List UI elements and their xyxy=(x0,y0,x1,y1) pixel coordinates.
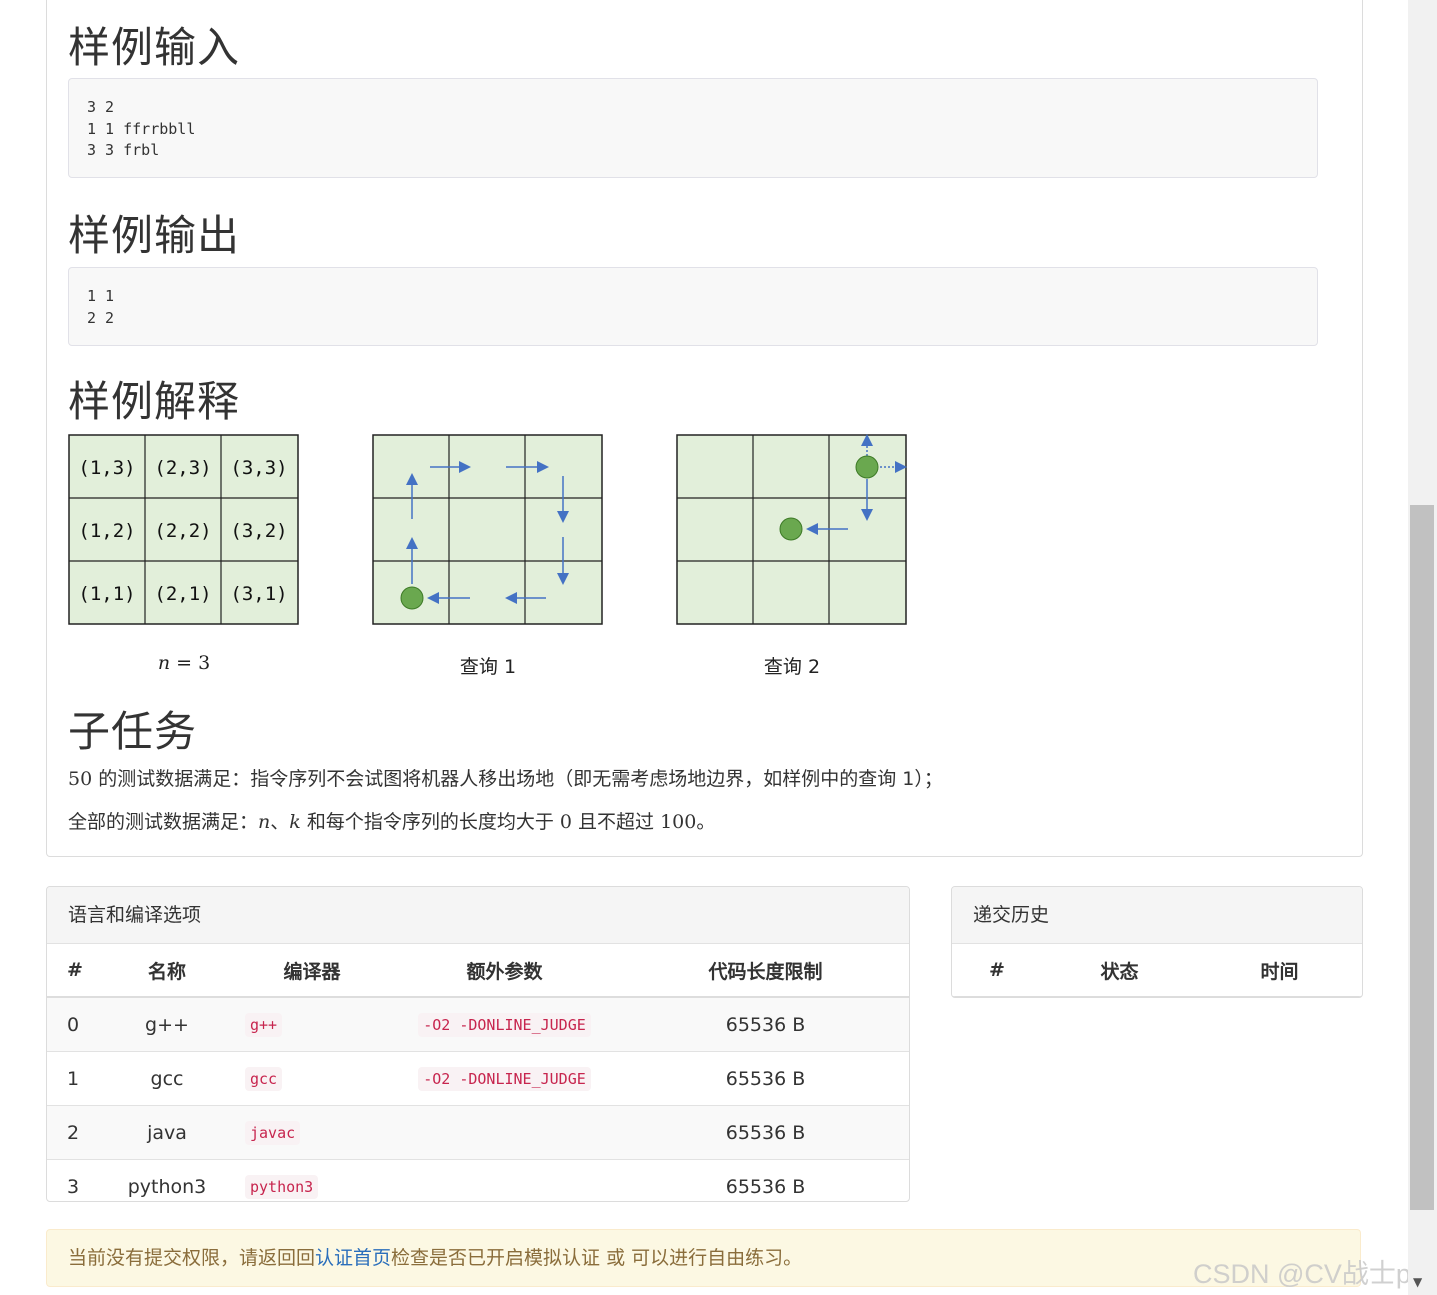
column-header: 名称 xyxy=(97,944,237,998)
sample-output-block: 1 1 2 2 xyxy=(68,267,1318,346)
column-header: # xyxy=(952,944,1042,997)
column-header: 编译器 xyxy=(237,944,387,998)
row-index: 0 xyxy=(47,996,97,1052)
figure-caption-query2: 查询 2 xyxy=(763,656,821,678)
sample-input-title: 样例输入 xyxy=(68,23,241,72)
code-limit: 65536 B xyxy=(622,1051,909,1106)
query1-figure xyxy=(372,434,603,625)
robot-start-dot xyxy=(855,455,879,479)
robot-end-dot xyxy=(779,517,803,541)
language-name: g++ xyxy=(97,996,237,1052)
table-row: 0 g++ g++ -O2 -DONLINE_JUDGE 65536 B xyxy=(47,996,909,1052)
watermark: CSDN @CV战士plus xyxy=(1193,1259,1437,1289)
language-panel-title: 语言和编译选项 xyxy=(47,887,909,944)
code-limit: 65536 B xyxy=(622,996,909,1052)
subtask-line-2-mid2: 且不超过 xyxy=(571,811,661,833)
language-name: python3 xyxy=(97,1159,237,1201)
caption-variable: n xyxy=(157,652,171,674)
scroll-down-arrow-icon[interactable]: ▼ xyxy=(1413,1275,1422,1289)
math-var-n: n xyxy=(258,811,271,833)
math-hundred: 100 xyxy=(660,811,697,833)
grid-cell-label: (2,3) xyxy=(154,457,211,479)
language-name: gcc xyxy=(97,1051,237,1106)
math-zero: 0 xyxy=(559,811,572,833)
column-header: 时间 xyxy=(1197,944,1362,997)
code-limit: 65536 B xyxy=(622,1159,909,1201)
subtask-title: 子任务 xyxy=(68,707,198,756)
grid-cell-label: (1,1) xyxy=(78,583,135,605)
sample-output-line: 2 2 xyxy=(87,308,115,327)
subtask-line-2-prefix: 全部的测试数据满足： xyxy=(68,811,259,833)
robot-dot xyxy=(400,586,424,610)
certification-home-link[interactable]: 认证首页 xyxy=(315,1247,391,1269)
subtask-percent: 50 xyxy=(68,768,93,790)
compiler-code: gcc xyxy=(245,1066,283,1091)
row-index: 1 xyxy=(47,1051,97,1106)
grid-cell-label: (3,3) xyxy=(230,457,287,479)
subtask-line-1: 50 的测试数据满足：指令序列不会试图将机器人移出场地（即无需考虑场地边界，如样… xyxy=(68,764,943,791)
args-code: -O2 -DONLINE_JUDGE xyxy=(418,1066,591,1091)
sample-output-line: 1 1 xyxy=(87,287,115,305)
subtask-sep: 、 xyxy=(270,811,290,833)
args-cell xyxy=(387,1159,622,1201)
grid-cell-label: (2,1) xyxy=(154,583,211,605)
scrollbar-thumb[interactable] xyxy=(1410,505,1434,1210)
column-header: 状态 xyxy=(1042,944,1197,997)
sample-input-block: 3 2 1 1 ffrrbbll 3 3 frbl xyxy=(68,78,1318,178)
subtask-line-2: 全部的测试数据满足：n、k 和每个指令序列的长度均大于 0 且不超过 100。 xyxy=(68,807,715,834)
grid-cell-label: (1,2) xyxy=(78,520,135,542)
subtask-line-1-text: 的测试数据满足：指令序列不会试图将机器人移出场地（即无需考虑场地边界，如样例中的… xyxy=(92,768,943,790)
sample-input-line: 1 1 ffrrbbll xyxy=(87,119,196,138)
sample-explain-title: 样例解释 xyxy=(68,377,241,426)
coordinate-grid-figure: (1,3) (2,3) (3,3) (1,2) (2,2) (3,2) (1,1… xyxy=(68,434,299,625)
table-row: 3 python3 python3 65536 B xyxy=(47,1159,909,1201)
grid-cell-label: (2,2) xyxy=(154,520,211,542)
row-index: 2 xyxy=(47,1105,97,1160)
permission-alert: 当前没有提交权限，请返回回认证首页检查是否已开启模拟认证 或 可以进行自由练习。 xyxy=(46,1229,1361,1287)
args-cell xyxy=(387,1105,622,1160)
grid-cell-label: (1,3) xyxy=(78,457,135,479)
alert-text-after: 检查是否已开启模拟认证 或 可以进行自由练习。 xyxy=(391,1247,803,1269)
language-panel: 语言和编译选项 # 名称 编译器 额外参数 代码长度限制 0 g++ g++ -… xyxy=(46,886,910,1202)
caption-value: = 3 xyxy=(170,652,211,674)
sample-input-line: 3 2 xyxy=(87,98,115,116)
alert-text-before: 当前没有提交权限，请返回回 xyxy=(68,1247,316,1269)
subtask-line-2-end: 。 xyxy=(696,811,716,833)
figure-caption-query1: 查询 1 xyxy=(459,656,517,678)
language-name: java xyxy=(97,1105,237,1160)
language-table: # 名称 编译器 额外参数 代码长度限制 0 g++ g++ -O2 -DONL… xyxy=(47,944,909,1201)
subtask-line-2-mid: 和每个指令序列的长度均大于 xyxy=(300,811,560,833)
figure-caption-n: n = 3 xyxy=(68,652,300,674)
row-index: 3 xyxy=(47,1159,97,1201)
column-header: 额外参数 xyxy=(387,944,622,998)
grid-cell-label: (3,2) xyxy=(230,520,287,542)
history-panel: 递交历史 # 状态 时间 xyxy=(951,886,1363,998)
math-var-k: k xyxy=(289,811,301,833)
grid-cell-label: (3,1) xyxy=(230,583,287,605)
query2-figure xyxy=(676,434,907,625)
sample-input-line: 3 3 frbl xyxy=(87,141,160,159)
column-header: 代码长度限制 xyxy=(622,944,909,998)
compiler-code: g++ xyxy=(245,1012,283,1037)
compiler-code: python3 xyxy=(245,1174,319,1199)
column-header: # xyxy=(47,944,97,998)
history-panel-title: 递交历史 xyxy=(952,887,1362,944)
args-code: -O2 -DONLINE_JUDGE xyxy=(418,1012,591,1037)
table-row: 2 java javac 65536 B xyxy=(47,1105,909,1160)
compiler-code: javac xyxy=(245,1120,301,1145)
sample-output-title: 样例输出 xyxy=(68,211,241,260)
table-row: 1 gcc gcc -O2 -DONLINE_JUDGE 65536 B xyxy=(47,1051,909,1106)
code-limit: 65536 B xyxy=(622,1105,909,1160)
history-table: # 状态 时间 xyxy=(952,944,1362,997)
